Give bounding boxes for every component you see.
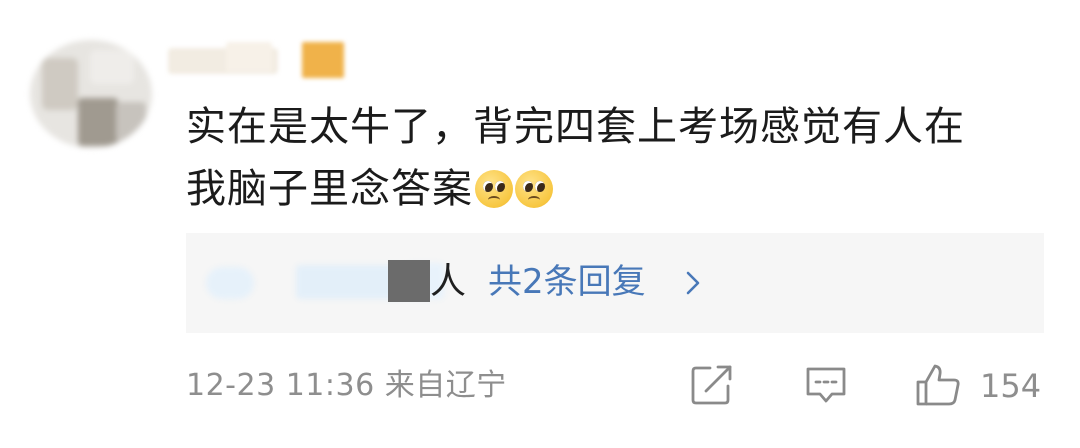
- comment-button[interactable]: [802, 362, 850, 408]
- comment-meta: 12-23 11:36 来自辽宁: [186, 364, 507, 408]
- timestamp: 12-23 11:36: [186, 368, 375, 403]
- pleading-face-icon: [475, 170, 513, 208]
- username-redacted[interactable]: [168, 42, 348, 78]
- comment-icon: [806, 367, 846, 403]
- view-replies-link[interactable]: 共2条回复: [488, 258, 646, 306]
- thumbs-up-icon: [916, 364, 960, 406]
- like-count: 154: [980, 367, 1042, 405]
- location: 来自辽宁: [384, 368, 507, 403]
- like-button[interactable]: [914, 362, 962, 408]
- share-button[interactable]: [688, 362, 736, 408]
- reply-author-avatar-redacted: [388, 260, 430, 302]
- pleading-face-icon: [515, 170, 553, 208]
- reply-author-suffix: 人: [430, 261, 467, 302]
- share-icon: [691, 365, 732, 405]
- comment-text-line2: 我脑子里念答案: [186, 166, 473, 212]
- comment-text: 实在是太牛了，背完四套上考场感觉有人在 我脑子里念答案: [186, 96, 1066, 220]
- comment-text-line1: 实在是太牛了，背完四套上考场感觉有人在: [186, 104, 965, 150]
- chevron-right-icon[interactable]: [680, 270, 706, 296]
- avatar[interactable]: [30, 40, 152, 148]
